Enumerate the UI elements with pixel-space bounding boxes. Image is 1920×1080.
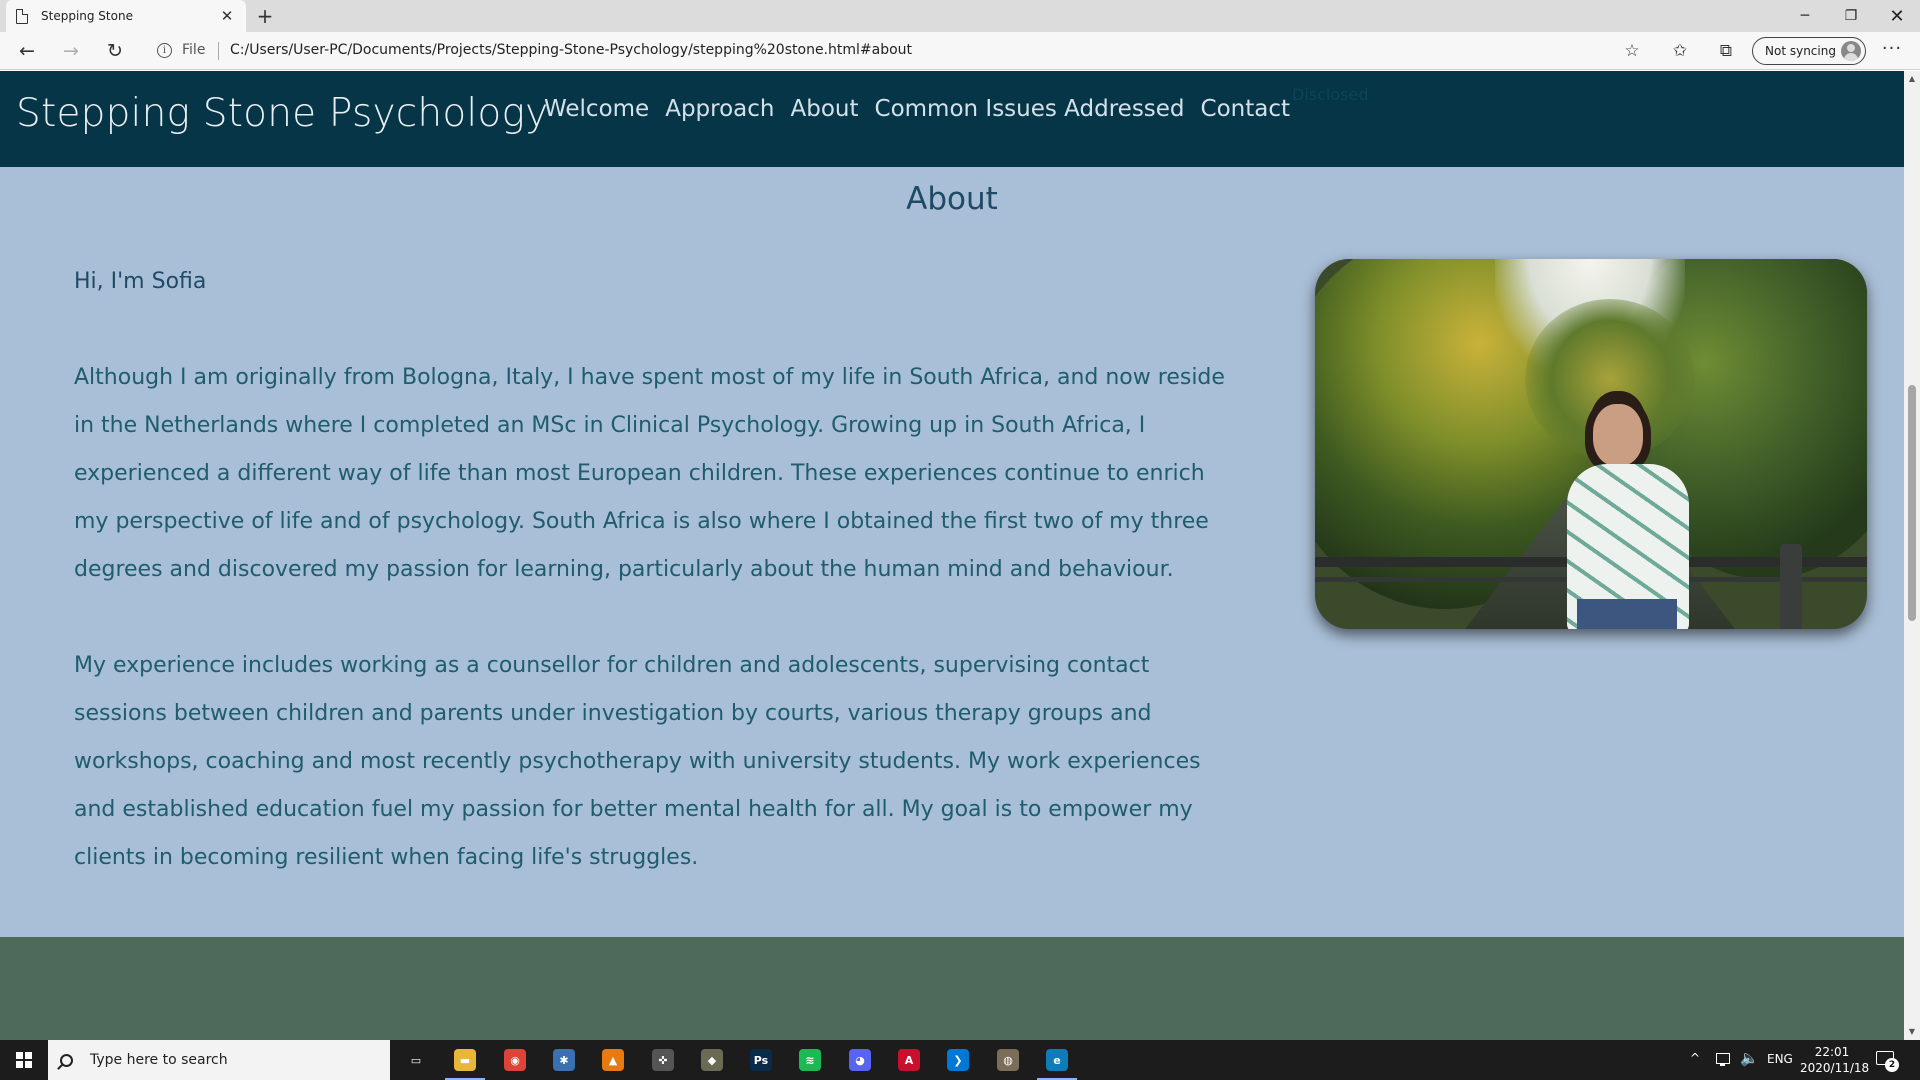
new-tab-button[interactable]: + — [252, 3, 278, 29]
window-close-icon[interactable]: ✕ — [1874, 0, 1920, 32]
taskbar-app-vscode[interactable]: ❯ — [934, 1040, 982, 1080]
gimp-icon: ◍ — [997, 1049, 1019, 1071]
clock-time: 22:01 — [1814, 1045, 1850, 1059]
taskbar-app-game-controller[interactable]: ✜ — [639, 1040, 687, 1080]
taskbar-app-gimp[interactable]: ◍ — [984, 1040, 1032, 1080]
taskbar-app-photoshop[interactable]: Ps — [737, 1040, 785, 1080]
task-view-icon: ▭ — [405, 1049, 427, 1071]
greeting-text: Hi, I'm Sofia — [74, 269, 207, 294]
page-viewport: Stepping Stone Psychology Welcome Approa… — [0, 71, 1904, 1040]
taskbar-app-spotify[interactable]: ≋ — [786, 1040, 834, 1080]
edge-icon: e — [1046, 1049, 1068, 1071]
photo-person-face — [1593, 404, 1643, 466]
profile-sync-button[interactable]: Not syncing — [1752, 37, 1866, 65]
back-arrow-icon[interactable]: ← — [12, 37, 42, 65]
favorites-list-icon[interactable]: ✩ — [1666, 38, 1694, 64]
more-menu-icon[interactable]: ··· — [1878, 38, 1906, 64]
action-center-button[interactable]: 2 — [1874, 1048, 1899, 1072]
taskbar-app-task-view[interactable]: ▭ — [392, 1040, 440, 1080]
scroll-up-icon[interactable]: ▲ — [1904, 71, 1920, 87]
turtle-app-icon: ◆ — [701, 1049, 723, 1071]
taskbar-app-davinci-resolve[interactable]: ✱ — [540, 1040, 588, 1080]
photo-person-jeans — [1577, 599, 1677, 629]
vscode-icon: ❯ — [947, 1049, 969, 1071]
profile-photo — [1315, 259, 1867, 629]
site-navbar: Stepping Stone Psychology Welcome Approa… — [0, 71, 1904, 167]
nav-link-about[interactable]: About — [791, 96, 859, 122]
discord-icon: ◕ — [849, 1049, 871, 1071]
windows-taskbar: Type here to search ▭ ▬ ◉ ✱ ▲ ✜ ◆ Ps ≋ ◕ A ❯ ◍ e ^ 🔈 … — [0, 1040, 1920, 1080]
vlc-icon: ▲ — [602, 1049, 624, 1071]
windows-logo-icon — [16, 1052, 32, 1068]
search-icon — [60, 1053, 73, 1067]
taskbar-app-discord[interactable]: ◕ — [836, 1040, 884, 1080]
game-controller-icon: ✜ — [652, 1049, 674, 1071]
browser-toolbar: ← → ↻ i File C:/Users/User-PC/Documents/… — [0, 32, 1920, 70]
about-paragraph-1: Although I am originally from Bologna, I… — [74, 365, 1225, 582]
volume-icon[interactable]: 🔈 — [1740, 1049, 1759, 1067]
address-bar[interactable]: C:/Users/User-PC/Documents/Projects/Step… — [230, 42, 912, 58]
next-section-band — [0, 937, 1904, 1040]
tray-clock[interactable]: 22:01 2020/11/18 — [1800, 1044, 1870, 1076]
reload-icon[interactable]: ↻ — [100, 37, 130, 65]
nav-link-approach[interactable]: Approach — [665, 96, 774, 122]
taskbar-app-file-explorer[interactable]: ▬ — [441, 1040, 489, 1080]
section-heading: About — [906, 181, 998, 217]
scheme-label: File — [182, 42, 206, 58]
page-icon — [16, 8, 28, 24]
about-paragraph-2: My experience includes working as a coun… — [74, 653, 1201, 870]
taskbar-app-edge[interactable]: e — [1033, 1040, 1081, 1080]
minimize-icon[interactable]: ─ — [1782, 0, 1828, 32]
photo-bridge-post — [1780, 544, 1802, 629]
profile-sync-label: Not syncing — [1765, 44, 1836, 58]
restore-icon[interactable]: ❐ — [1828, 0, 1874, 32]
taskbar-app-acrobat[interactable]: A — [885, 1040, 933, 1080]
nav-link-common-issues[interactable]: Common Issues Addressed — [875, 96, 1185, 122]
language-indicator[interactable]: ENG — [1767, 1052, 1793, 1066]
scrollbar-thumb[interactable] — [1908, 385, 1916, 621]
chrome-icon: ◉ — [504, 1049, 526, 1071]
address-divider — [218, 42, 219, 60]
file-explorer-icon: ▬ — [454, 1049, 476, 1071]
hidden-nav-text: Disclosed — [1292, 85, 1369, 104]
clock-date: 2020/11/18 — [1800, 1061, 1870, 1075]
tab-close-icon[interactable]: ✕ — [218, 7, 236, 25]
nav-links: Welcome Approach About Common Issues Add… — [544, 96, 1290, 122]
favorite-star-icon[interactable]: ☆ — [1618, 38, 1646, 64]
taskbar-app-chrome[interactable]: ◉ — [491, 1040, 539, 1080]
photoshop-icon: Ps — [750, 1049, 772, 1071]
taskbar-search-input[interactable]: Type here to search — [48, 1040, 390, 1080]
collections-icon[interactable]: ⧉ — [1712, 38, 1740, 64]
avatar-icon — [1841, 41, 1861, 61]
taskbar-app-vlc[interactable]: ▲ — [589, 1040, 637, 1080]
taskbar-app-turtle-app[interactable]: ◆ — [688, 1040, 736, 1080]
acrobat-icon: A — [898, 1049, 920, 1071]
spotify-icon: ≋ — [799, 1049, 821, 1071]
site-info-icon[interactable]: i — [157, 43, 172, 58]
page-scrollbar[interactable]: ▲ ▼ — [1904, 71, 1920, 1040]
davinci-resolve-icon: ✱ — [553, 1049, 575, 1071]
nav-link-contact[interactable]: Contact — [1201, 96, 1290, 122]
start-button[interactable] — [0, 1040, 48, 1080]
tab-title: Stepping Stone — [41, 9, 133, 23]
notification-count: 2 — [1885, 1058, 1899, 1072]
browser-tab-strip: Stepping Stone ✕ + ─ ❐ ✕ — [0, 0, 1920, 32]
nav-link-welcome[interactable]: Welcome — [544, 96, 649, 122]
tray-overflow-icon[interactable]: ^ — [1690, 1051, 1700, 1065]
forward-arrow-icon[interactable]: → — [56, 37, 86, 65]
scroll-down-icon[interactable]: ▼ — [1904, 1024, 1920, 1040]
network-icon[interactable] — [1714, 1050, 1732, 1068]
site-brand-link[interactable]: Stepping Stone Psychology — [16, 91, 548, 136]
browser-tab[interactable]: Stepping Stone ✕ — [6, 0, 246, 32]
search-placeholder: Type here to search — [90, 1052, 228, 1068]
